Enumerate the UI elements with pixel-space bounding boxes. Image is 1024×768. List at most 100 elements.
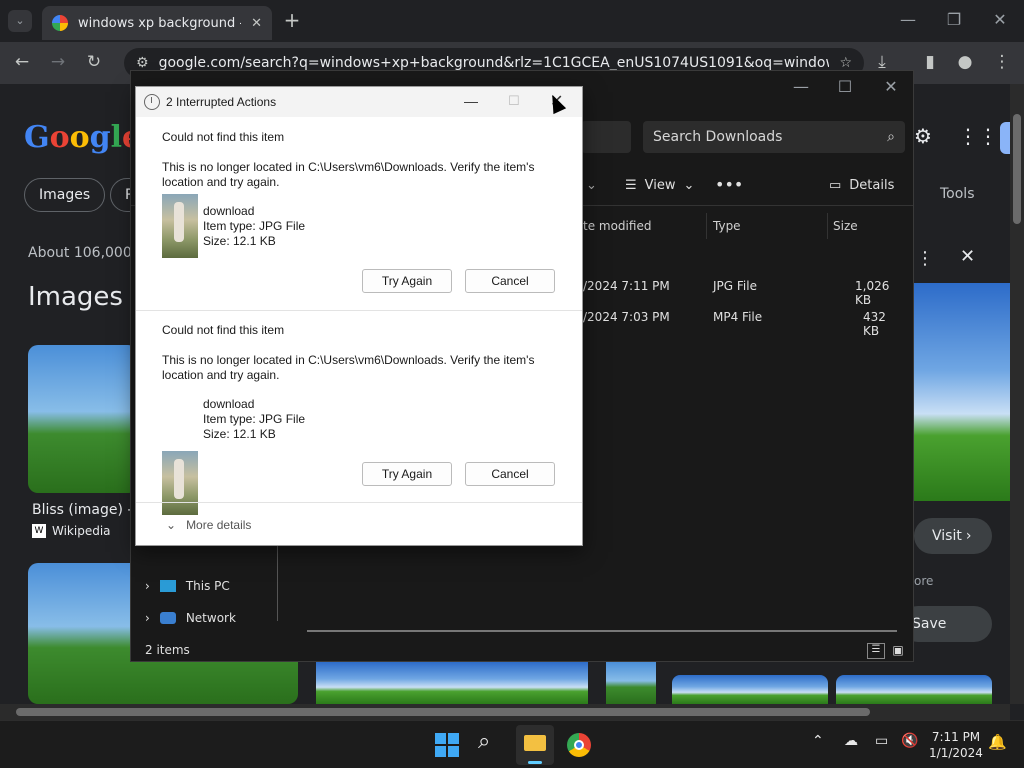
network-status-icon[interactable]: ▭ xyxy=(875,733,888,749)
vertical-scrollbar[interactable] xyxy=(1010,84,1024,704)
row-size: 1,026 KB xyxy=(855,279,890,307)
column-date-modified[interactable]: te modified xyxy=(583,219,651,233)
google-doodle-logo[interactable]: Google xyxy=(24,120,141,155)
nav-pane-divider[interactable] xyxy=(277,541,278,621)
explorer-close-icon[interactable]: ✕ xyxy=(881,77,901,96)
results-count: About 106,000,0 xyxy=(28,245,146,261)
close-window-icon[interactable]: ✕ xyxy=(990,10,1010,29)
menu-icon[interactable]: ⋮ xyxy=(990,52,1014,72)
result-source[interactable]: W Wikipedia xyxy=(32,524,111,538)
bookmark-star-icon[interactable]: ☆ xyxy=(839,55,852,71)
search-taskbar-icon[interactable]: ⌕ xyxy=(478,729,490,754)
minimize-icon[interactable]: — xyxy=(898,10,918,29)
table-row[interactable]: /2024 7:03 PM MP4 File 432 KB xyxy=(583,310,903,338)
search-downloads-input[interactable]: Search Downloads ⌕ xyxy=(643,121,905,153)
visit-label: Visit xyxy=(932,528,962,544)
volume-muted-icon[interactable]: 🔇 xyxy=(901,733,918,749)
item-message: This is no longer located in C:\Users\vm… xyxy=(162,353,535,382)
restore-icon[interactable]: ❐ xyxy=(944,10,964,29)
show-hidden-icons-icon[interactable]: ⌃ xyxy=(812,733,824,749)
side-panel-icon[interactable]: ▮ xyxy=(918,52,942,72)
cancel-button[interactable]: Cancel xyxy=(465,269,555,293)
details-label: Details xyxy=(849,178,895,193)
tab-close-icon[interactable]: ✕ xyxy=(251,16,262,31)
dialog-maximize-icon: ☐ xyxy=(508,93,520,108)
reload-icon[interactable]: ↻ xyxy=(82,52,106,72)
cloud-offline-icon[interactable]: ☁ xyxy=(844,733,858,749)
try-again-button[interactable]: Try Again xyxy=(362,462,452,486)
item-name: download xyxy=(203,204,255,218)
folder-icon xyxy=(524,735,546,751)
explorer-minimize-icon[interactable]: — xyxy=(791,77,811,96)
new-tab-button[interactable]: + xyxy=(282,8,302,32)
details-view-icon[interactable]: ☰ xyxy=(867,643,885,659)
more-options-icon[interactable]: ⋮ xyxy=(916,248,934,269)
item-type: Item type: JPG File xyxy=(203,412,306,426)
images-section-title: Images xyxy=(28,282,123,312)
chevron-down-icon: ⌄ xyxy=(166,518,177,532)
more-actions-icon[interactable]: ••• xyxy=(715,175,743,194)
item-size: Size: 12.1 KB xyxy=(203,234,276,248)
back-icon[interactable]: ← xyxy=(10,52,34,72)
result-image-bliss[interactable] xyxy=(28,345,138,493)
nav-item-label: This PC xyxy=(185,579,230,593)
file-explorer-taskbar-button[interactable] xyxy=(516,725,554,765)
result-image-6[interactable] xyxy=(836,675,992,704)
search-icon: ⌕ xyxy=(887,129,895,145)
filter-images[interactable]: Images xyxy=(24,178,106,212)
explorer-horizontal-scroll[interactable] xyxy=(307,630,897,632)
explorer-maximize-icon[interactable]: ☐ xyxy=(835,77,855,96)
start-windows-icon[interactable] xyxy=(435,733,459,757)
column-type[interactable]: Type xyxy=(713,219,741,233)
item-name: download xyxy=(203,397,255,411)
downloads-icon[interactable]: ⤓ xyxy=(870,52,894,72)
sort-chevron-icon[interactable]: ⌄ xyxy=(586,178,597,193)
this-pc-icon xyxy=(159,580,176,592)
clock-date: 1/1/2024 xyxy=(929,746,983,760)
column-size[interactable]: Size xyxy=(833,219,858,233)
more-details-toggle[interactable]: ⌄ More details xyxy=(166,518,251,532)
row-date: /2024 7:03 PM xyxy=(583,310,670,324)
details-pane-button[interactable]: ▭ Details xyxy=(829,178,894,193)
preview-image[interactable] xyxy=(914,283,1010,501)
horizontal-scroll-thumb[interactable] xyxy=(16,708,870,716)
visit-button[interactable]: Visit › xyxy=(914,518,992,554)
table-row[interactable]: /2024 7:11 PM JPG File 1,026 KB xyxy=(583,279,903,307)
nav-item-network[interactable]: › Network xyxy=(145,611,236,625)
view-menu-button[interactable]: ☰ View ⌄ xyxy=(625,178,694,193)
network-icon xyxy=(159,612,176,624)
active-indicator xyxy=(528,761,542,764)
result-image-4[interactable] xyxy=(606,662,656,704)
status-item-count: 2 items xyxy=(145,643,190,657)
notification-bell-icon[interactable]: 🔔 xyxy=(988,733,1007,751)
forward-icon[interactable]: → xyxy=(46,52,70,72)
more-details-label: More details xyxy=(186,518,252,532)
tab-search-chevron-icon[interactable]: ⌄ xyxy=(8,10,32,32)
result-image-5[interactable] xyxy=(672,675,828,704)
site-info-icon[interactable]: ⚙ xyxy=(136,55,149,71)
horizontal-scrollbar[interactable] xyxy=(0,704,1010,720)
google-favicon-icon xyxy=(52,15,68,31)
cancel-button[interactable]: Cancel xyxy=(465,462,555,486)
address-path-box[interactable] xyxy=(581,121,631,153)
item-size: Size: 12.1 KB xyxy=(203,427,276,441)
settings-gear-icon[interactable]: ⚙ xyxy=(914,124,932,148)
chrome-taskbar-icon[interactable] xyxy=(567,733,591,757)
close-preview-icon[interactable]: ✕ xyxy=(960,246,975,267)
row-type: JPG File xyxy=(713,279,757,293)
clock[interactable]: 7:11 PM 1/1/2024 xyxy=(926,729,986,761)
dialog-minimize-icon[interactable]: — xyxy=(464,93,478,109)
vertical-scroll-thumb[interactable] xyxy=(1013,114,1021,224)
profile-icon[interactable]: ● xyxy=(953,52,977,72)
try-again-button[interactable]: Try Again xyxy=(362,269,452,293)
result-image-3[interactable] xyxy=(316,662,588,704)
tools-button[interactable]: Tools xyxy=(940,186,975,202)
nav-item-this-pc[interactable]: › This PC xyxy=(145,579,230,593)
apps-grid-icon[interactable]: ⋮⋮ xyxy=(958,124,998,148)
browser-tab[interactable]: windows xp background - Goo ✕ xyxy=(42,6,272,40)
url-text: google.com/search?q=windows+xp+backgroun… xyxy=(158,55,830,71)
sign-in-button[interactable] xyxy=(1000,122,1010,154)
tiles-view-icon[interactable]: ▣ xyxy=(889,643,907,659)
interrupted-actions-dialog: 2 Interrupted Actions — ☐ ✕ Could not fi… xyxy=(135,86,583,546)
expand-chevron-icon: › xyxy=(145,611,150,625)
